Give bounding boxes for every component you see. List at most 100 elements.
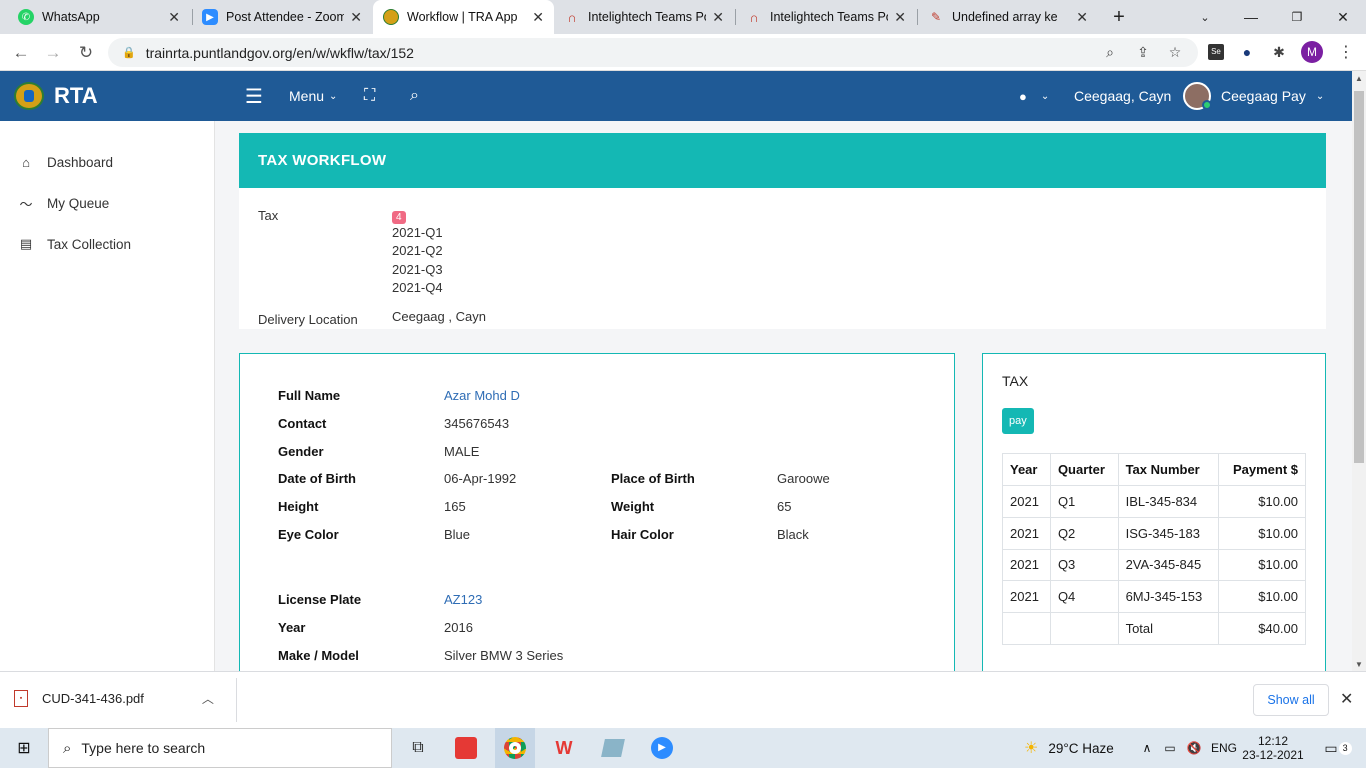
chart-line-icon: 〜 (19, 196, 33, 212)
pay-button[interactable]: pay (1002, 408, 1034, 434)
app-icon[interactable] (593, 728, 633, 768)
sidebar-item-my-queue[interactable]: 〜 My Queue (18, 192, 109, 214)
notification-center-icon[interactable]: ▭ 3 (1318, 728, 1358, 768)
tab-whatsapp[interactable]: ✆ WhatsApp ✕ (8, 0, 190, 34)
table-cell: $10.00 (1217, 516, 1307, 550)
close-icon[interactable]: ✕ (1076, 9, 1088, 26)
extensions-puzzle-icon[interactable]: ✱ (1267, 40, 1291, 64)
zoom-search-icon[interactable]: ⌕ (1098, 40, 1122, 64)
tray-chevron-icon[interactable]: ∧ (1137, 728, 1157, 768)
shield-extension-icon[interactable]: ● (1235, 40, 1259, 64)
total-row: Total $40.00 (1002, 612, 1307, 645)
menu-dropdown[interactable]: Menu ⌄ (289, 71, 337, 121)
user-location-dropdown[interactable]: ● ⌄ (1019, 71, 1049, 121)
tab-intelightech-1[interactable]: ∩ Intelightech Teams Po ✕ (554, 0, 734, 34)
close-icon[interactable]: ✕ (894, 9, 906, 26)
chrome-icon[interactable] (495, 728, 535, 768)
task-view-icon[interactable]: ⧉ (398, 728, 438, 768)
tab-search-button[interactable]: ⌄ (1182, 0, 1228, 34)
top-navbar: RTA ☰ Menu ⌄ ⛶ ⌕ ● ⌄ Ceegaag, Cayn Ceega… (0, 71, 1352, 121)
page-scrollbar[interactable]: ▲ ▼ (1352, 71, 1366, 671)
table-cell: Q1 (1049, 485, 1119, 518)
user-location: Ceegaag, Cayn (1074, 88, 1172, 104)
hair-color-value: Black (777, 527, 809, 542)
profile-avatar[interactable]: M (1300, 40, 1324, 64)
sidebar-item-dashboard[interactable]: ⌂ Dashboard (18, 151, 113, 173)
volume-muted-icon[interactable]: 🔇 (1184, 728, 1204, 768)
fullscreen-icon[interactable]: ⛶ (364, 71, 375, 121)
tab-title: Workflow | TRA App (407, 10, 518, 24)
close-icon[interactable]: ✕ (350, 9, 362, 26)
reload-button[interactable]: ↻ (73, 40, 99, 66)
table-cell: 6MJ-345-153 (1117, 580, 1219, 614)
wps-office-icon[interactable]: W (544, 728, 584, 768)
weather-widget[interactable]: ☀ 29°C Haze (1024, 728, 1154, 768)
field-label: Weight (611, 499, 655, 514)
restore-button[interactable]: ❐ (1274, 0, 1320, 34)
search-icon[interactable]: ⌕ (410, 71, 419, 121)
bookmark-star-icon[interactable]: ☆ (1163, 40, 1187, 64)
sidebar-item-tax-collection[interactable]: ▤ Tax Collection (18, 233, 131, 255)
field-label: Full Name (278, 388, 341, 403)
language-indicator[interactable]: ENG (1208, 728, 1240, 768)
field-label: Hair Color (611, 527, 674, 542)
avatar (1183, 82, 1212, 110)
back-button[interactable]: ← (8, 40, 34, 66)
table-row: 2021 Q3 2VA-345-845 $10.00 (1002, 548, 1307, 582)
show-all-button[interactable]: Show all (1253, 684, 1329, 716)
tra-logo-icon (383, 9, 399, 25)
url-field[interactable]: 🔒 trainrta.puntlandgov.org/en/w/wkflw/ta… (108, 38, 1198, 67)
windows-start-icon[interactable]: ⊞ (0, 728, 48, 768)
scroll-thumb[interactable] (1354, 91, 1364, 463)
scroll-up-icon[interactable]: ▲ (1352, 71, 1366, 85)
tab-workflow[interactable]: Workflow | TRA App ✕ (373, 0, 554, 34)
headset-icon: ∩ (567, 9, 577, 25)
hamburger-menu-icon[interactable]: ☰ (245, 71, 263, 121)
contact-value: 345676543 (444, 416, 510, 431)
brand[interactable]: RTA (14, 71, 98, 121)
address-bar: ← → ↻ 🔒 trainrta.puntlandgov.org/en/w/wk… (0, 34, 1366, 71)
chat-icon: ▭ (1324, 739, 1338, 756)
field-label: Eye Color (278, 527, 339, 542)
new-tab-button[interactable]: + (1096, 0, 1142, 34)
bug-icon: ✎ (930, 10, 942, 24)
share-icon[interactable]: ⇪ (1131, 40, 1155, 64)
selenium-extension-icon[interactable]: Se (1204, 40, 1228, 64)
user-menu[interactable]: Ceegaag Pay ⌄ (1183, 71, 1324, 121)
scroll-down-icon[interactable]: ▼ (1352, 657, 1366, 671)
headset-icon: ∩ (749, 9, 759, 25)
close-window-button[interactable]: ✕ (1320, 0, 1366, 34)
chevron-up-icon[interactable]: ︿ (202, 690, 214, 707)
menu-label: Menu (289, 88, 325, 104)
column-header: Payment $ (1217, 453, 1307, 486)
minimize-button[interactable]: — (1228, 0, 1274, 34)
taskbar-search-input[interactable]: ⌕ Type here to search (48, 728, 392, 768)
profile-initial: M (1301, 41, 1323, 63)
tab-intelightech-2[interactable]: ∩ Intelightech Teams Po ✕ (736, 0, 916, 34)
battery-icon[interactable]: ▭ (1160, 728, 1180, 768)
table-row: 2021 Q4 6MJ-345-153 $10.00 (1002, 580, 1307, 614)
vehicle-year-value: 2016 (444, 620, 473, 635)
tax-count-badge: 4 (392, 211, 406, 224)
license-plate-link[interactable]: AZ123 (444, 592, 482, 607)
windows-taskbar: ⊞ ⌕ Type here to search ⧉ W ▶ ☀ 29°C Haz… (0, 728, 1366, 768)
anydesk-icon[interactable] (446, 728, 486, 768)
close-icon[interactable]: ✕ (712, 9, 724, 26)
tab-undefined-array[interactable]: ✎ Undefined array ke ✕ (918, 0, 1098, 34)
card-header: TAX WORKFLOW (239, 133, 1326, 188)
download-item[interactable]: ▪ CUD-341-436.pdf ︿ (14, 690, 214, 707)
gender-value: MALE (444, 444, 480, 459)
full-name-link[interactable]: Azar Mohd D (444, 388, 520, 403)
close-icon[interactable]: ✕ (168, 9, 180, 26)
field-label: Date of Birth (278, 471, 356, 486)
tab-title: WhatsApp (42, 10, 100, 24)
close-icon[interactable]: ✕ (532, 9, 544, 26)
forward-button[interactable]: → (40, 40, 66, 66)
browser-menu-icon[interactable]: ⋮ (1334, 40, 1358, 64)
table-row: 2021 Q1 IBL-345-834 $10.00 (1002, 485, 1307, 518)
table-cell: 2021 (1002, 548, 1051, 582)
close-download-bar-icon[interactable]: ✕ (1340, 689, 1353, 709)
clock[interactable]: 12:12 23-12-2021 (1242, 728, 1304, 768)
zoom-icon[interactable]: ▶ (642, 728, 682, 768)
tab-zoom[interactable]: ▶ Post Attendee - Zoom ✕ (192, 0, 372, 34)
